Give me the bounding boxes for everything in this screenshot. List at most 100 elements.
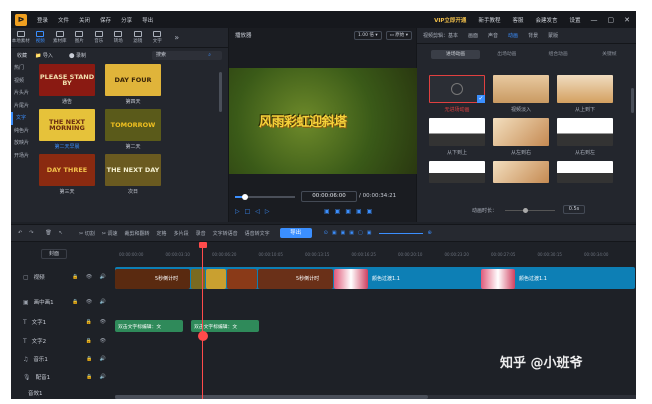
anim-item[interactable] [493,161,549,183]
menu-close[interactable]: 关闭 [79,16,90,24]
tts-button[interactable]: 文字转语音 [213,230,238,237]
subtab-keyframe[interactable]: 关键帧 [585,50,634,59]
track-header[interactable]: T 文字2 🔒 👁 [11,332,115,350]
menu-file[interactable]: 文件 [58,16,69,24]
category-item[interactable]: 片尾片 [11,100,35,113]
multi-clip-button[interactable]: 多片段 [174,230,189,237]
tab-library[interactable]: 素材库 [50,28,70,47]
record-audio-button[interactable]: 录音 [196,230,206,237]
anim-fade-in[interactable] [493,75,549,103]
track-header[interactable]: T 文字1 🔒 👁 [11,312,115,332]
collect-button[interactable]: 收藏 [17,52,27,59]
record-button[interactable]: ⬤ 录制 [69,52,94,59]
tab-more[interactable]: » [167,28,187,47]
color-clip[interactable]: 颜色过渡1.1 [369,269,479,289]
preview-tools[interactable]: ▣▣▣▣▣ [324,208,377,215]
tab-mask[interactable]: 蒙版 [548,32,558,39]
login-button[interactable]: 登录 [37,16,48,24]
search-input[interactable]: 搜索 ⌕ [152,50,222,60]
slider-handle[interactable] [242,194,248,200]
stt-button[interactable]: 语音转文字 [245,230,270,237]
track-header[interactable]: 🎙 配音1 🔒 🔊 [11,368,115,386]
subtab-in[interactable]: 进场动画 [431,50,481,59]
speed-button[interactable]: ✂ 调速 [102,230,118,237]
import-button[interactable]: 📁 导入 [35,52,61,59]
category-item[interactable]: 热门 [11,62,35,75]
anim-item[interactable] [429,161,485,183]
maximize-icon[interactable]: ▢ [608,16,615,24]
video-clip[interactable] [227,269,257,289]
video-clip[interactable]: 5秒倒计时 [115,269,190,289]
export-button[interactable]: 导出 [279,228,312,238]
anim-top-down[interactable] [557,75,613,103]
anim-right-left[interactable] [557,118,613,146]
thumbnail-item[interactable]: THE NEXT MORNING [39,109,95,141]
tab-video[interactable]: 视频 [31,28,51,47]
menu-save[interactable]: 保存 [100,16,111,24]
anim-item[interactable] [557,161,613,183]
cover-button[interactable]: 封面 [41,249,67,259]
playback-controls[interactable]: ▷□◁▷ [235,208,275,215]
menu-export[interactable]: 导出 [142,16,153,24]
ratio-select[interactable]: ▭ 原始 ▾ [385,30,412,40]
video-canvas[interactable]: 风雨彩虹迎斜塔 [229,68,417,174]
current-time-field[interactable]: 00:00:06:00 [301,191,357,202]
video-clip[interactable]: 5秒倒计时 [258,269,333,289]
progress-slider[interactable] [235,194,295,200]
scrollbar[interactable] [219,72,222,112]
vip-button[interactable]: VIP立即开通 [434,16,466,24]
slider-handle[interactable] [523,208,528,213]
subtab-combo[interactable]: 组合动画 [534,50,583,59]
pointer-icon[interactable]: ↖ [59,230,63,236]
track-controls[interactable]: 🔒 👁 🔊 [72,299,109,305]
track-controls[interactable]: 🔒 👁 🔊 [72,274,109,280]
tab-basic[interactable]: 视频剪辑：基本 [423,32,458,39]
tab-sound[interactable]: 声音 [488,32,498,39]
service-link[interactable]: 客服 [512,16,523,24]
timeline-ruler[interactable]: 00:00:00:00 00:00:03:10 00:00:06:20 00:00:1… [115,242,636,262]
category-item[interactable]: 文字 [11,112,35,125]
minimize-icon[interactable]: — [591,16,598,24]
thumbnail-item[interactable]: DAY FOUR [105,64,161,96]
scrollbar-thumb[interactable] [115,395,428,399]
tutorial-link[interactable]: 新手教程 [478,16,500,24]
crop-button[interactable]: 裁剪和翻转 [125,230,150,237]
thumbnail-item[interactable]: PLEASE STAND BY [39,64,95,96]
track-header[interactable]: ♫ 音乐1 🔒 🔊 [11,350,115,368]
tab-filter[interactable]: 滤镜 [128,28,148,47]
category-item[interactable]: 开场片 [11,150,35,163]
tab-picture[interactable]: 画面 [468,32,478,39]
thumbnail-item[interactable]: THE NEXT DAY [105,154,161,186]
track-header[interactable]: ▣ 画中画1 🔒 👁 🔊 [11,292,115,312]
category-item[interactable]: 视频 [11,75,35,88]
zoom-select[interactable]: 1.00 倍 ▾ [353,30,382,40]
zoom-in-icon[interactable]: ⊕ [427,230,431,236]
subtab-out[interactable]: 出场动画 [482,50,531,59]
transition-clip[interactable] [334,269,368,289]
tab-transition[interactable]: 转场 [109,28,129,47]
freeze-button[interactable]: 定格 [157,230,167,237]
transition-clip[interactable] [481,269,515,289]
track-controls[interactable]: 🔒 👁 [86,338,109,344]
track-header[interactable]: 音效1 [11,386,115,399]
duration-slider[interactable] [505,208,555,213]
timeline-scrollbar[interactable] [115,395,636,399]
track-controls[interactable]: 🔒 👁 [86,319,109,325]
thumbnail-item[interactable]: DAY THREE [39,154,95,186]
redo-icon[interactable]: ↷ [29,230,33,236]
track-controls[interactable]: 🔒 🔊 [86,374,109,380]
color-clip[interactable]: 颜色过渡1.1 [516,269,630,289]
scrollbar[interactable] [631,88,634,113]
tab-background[interactable]: 背景 [528,32,538,39]
duration-field[interactable]: 0.5s [563,205,585,214]
zoom-slider[interactable] [379,232,424,234]
tab-text[interactable]: 文字 [148,28,168,47]
text-clip[interactable]: 双击文字标编辑：文 [115,320,183,332]
track-controls[interactable]: 🔒 🔊 [86,356,109,362]
tab-local-media[interactable]: 本地素材 [11,28,31,47]
split-button[interactable]: ✂ 切割 [79,230,95,237]
menu-share[interactable]: 分享 [121,16,132,24]
category-item[interactable]: 放映片 [11,137,35,150]
playhead-knob[interactable] [198,331,208,341]
anim-left-right[interactable] [493,118,549,146]
